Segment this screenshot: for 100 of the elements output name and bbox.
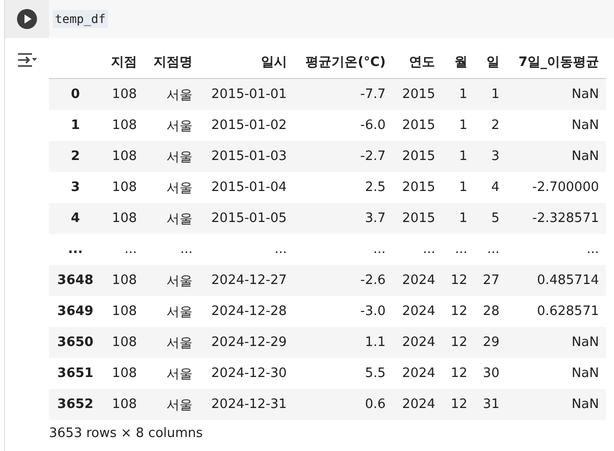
table-cell: 2.5 bbox=[294, 172, 393, 203]
code-text: temp_df bbox=[53, 10, 108, 28]
table-cell: 108 bbox=[102, 358, 144, 389]
table-cell: 108 bbox=[102, 110, 144, 141]
table-cell: 108 bbox=[102, 389, 144, 420]
row-index: 3649 bbox=[49, 296, 102, 327]
table-cell: 서울 bbox=[144, 110, 200, 141]
table-cell: 108 bbox=[102, 265, 144, 296]
table-cell: 5 bbox=[474, 203, 506, 234]
table-cell: 5.5 bbox=[294, 358, 393, 389]
table-cell: 2024-12-28 bbox=[200, 296, 294, 327]
table-cell: -2.700000 bbox=[506, 172, 606, 203]
row-index: 3 bbox=[49, 172, 102, 203]
table-cell: 29 bbox=[474, 327, 506, 358]
table-cell: 서울 bbox=[144, 172, 200, 203]
table-cell: ... bbox=[392, 234, 442, 265]
table-cell: 2024 bbox=[392, 389, 442, 420]
table-cell: ... bbox=[102, 234, 144, 265]
table-cell: 2024 bbox=[392, 327, 442, 358]
table-cell: ... bbox=[144, 234, 200, 265]
table-cell: 서울 bbox=[144, 203, 200, 234]
table-cell: 1 bbox=[442, 78, 474, 110]
table-cell: 1 bbox=[442, 203, 474, 234]
table-cell: 28 bbox=[474, 296, 506, 327]
table-cell: 2015 bbox=[392, 110, 442, 141]
row-index: 1 bbox=[49, 110, 102, 141]
table-cell: ... bbox=[506, 234, 606, 265]
table-cell: 108 bbox=[102, 203, 144, 234]
table-cell: -3.0 bbox=[294, 296, 393, 327]
table-cell: 1 bbox=[442, 141, 474, 172]
table-cell: 12 bbox=[442, 296, 474, 327]
table-cell: 서울 bbox=[144, 296, 200, 327]
table-cell: 108 bbox=[102, 327, 144, 358]
table-cell: -2.328571 bbox=[506, 203, 606, 234]
row-index: 4 bbox=[49, 203, 102, 234]
table-cell: 31 bbox=[474, 389, 506, 420]
table-cell: 0.6 bbox=[294, 389, 393, 420]
table-cell: 30 bbox=[474, 358, 506, 389]
table-cell: 12 bbox=[442, 327, 474, 358]
table-cell: 2015 bbox=[392, 172, 442, 203]
table-cell: 2015-01-04 bbox=[200, 172, 294, 203]
table-cell: 2024 bbox=[392, 358, 442, 389]
run-button[interactable] bbox=[17, 9, 37, 29]
table-cell: -2.6 bbox=[294, 265, 393, 296]
table-cell: 2015-01-01 bbox=[200, 78, 294, 110]
table-cell: 1 bbox=[474, 78, 506, 110]
table-cell: 4 bbox=[474, 172, 506, 203]
table-cell: 2015 bbox=[392, 141, 442, 172]
table-cell: 2024-12-29 bbox=[200, 327, 294, 358]
table-cell: 서울 bbox=[144, 265, 200, 296]
table-cell: 2024-12-27 bbox=[200, 265, 294, 296]
table-cell: 서울 bbox=[144, 389, 200, 420]
table-cell: 12 bbox=[442, 358, 474, 389]
table-cell: -2.7 bbox=[294, 141, 393, 172]
row-index: ... bbox=[49, 234, 102, 265]
table-cell: 1 bbox=[442, 110, 474, 141]
table-cell: 12 bbox=[442, 389, 474, 420]
table-cell: 서울 bbox=[144, 358, 200, 389]
table-cell: 2015-01-03 bbox=[200, 141, 294, 172]
table-cell: -7.7 bbox=[294, 78, 393, 110]
table-cell: 2015 bbox=[392, 203, 442, 234]
table-cell: 2024-12-30 bbox=[200, 358, 294, 389]
table-cell: 2015 bbox=[392, 78, 442, 110]
table-cell: 2 bbox=[474, 110, 506, 141]
table-cell: ... bbox=[200, 234, 294, 265]
table-cell: ... bbox=[442, 234, 474, 265]
table-cell: 서울 bbox=[144, 141, 200, 172]
table-cell: 3 bbox=[474, 141, 506, 172]
row-index: 3651 bbox=[49, 358, 102, 389]
table-cell: NaN bbox=[506, 110, 606, 141]
table-cell: ... bbox=[474, 234, 506, 265]
table-cell: 12 bbox=[442, 265, 474, 296]
output-toggle-icon[interactable] bbox=[17, 52, 37, 68]
table-cell: NaN bbox=[506, 389, 606, 420]
table-cell: NaN bbox=[506, 78, 606, 110]
table-cell: 2024 bbox=[392, 296, 442, 327]
table-cell: 2024-12-31 bbox=[200, 389, 294, 420]
table-cell: NaN bbox=[506, 358, 606, 389]
table-summary: 3653 rows × 8 columns bbox=[49, 426, 204, 441]
row-index: 3652 bbox=[49, 389, 102, 420]
table-cell: 서울 bbox=[144, 78, 200, 110]
table-cell: 2015-01-02 bbox=[200, 110, 294, 141]
table-cell: 1.1 bbox=[294, 327, 393, 358]
row-index: 0 bbox=[49, 78, 102, 110]
table-cell: 27 bbox=[474, 265, 506, 296]
table-cell: 108 bbox=[102, 296, 144, 327]
table-cell: 0.628571 bbox=[506, 296, 606, 327]
table-cell: ... bbox=[294, 234, 393, 265]
table-cell: 2015-01-05 bbox=[200, 203, 294, 234]
table-cell: 1 bbox=[442, 172, 474, 203]
table-cell: 108 bbox=[102, 141, 144, 172]
table-cell: 2024 bbox=[392, 265, 442, 296]
table-cell: 3.7 bbox=[294, 203, 393, 234]
row-index: 3648 bbox=[49, 265, 102, 296]
row-index: 3650 bbox=[49, 327, 102, 358]
row-index: 2 bbox=[49, 141, 102, 172]
table-cell: NaN bbox=[506, 141, 606, 172]
table-cell: 0.485714 bbox=[506, 265, 606, 296]
table-cell: NaN bbox=[506, 327, 606, 358]
table-cell: 108 bbox=[102, 172, 144, 203]
